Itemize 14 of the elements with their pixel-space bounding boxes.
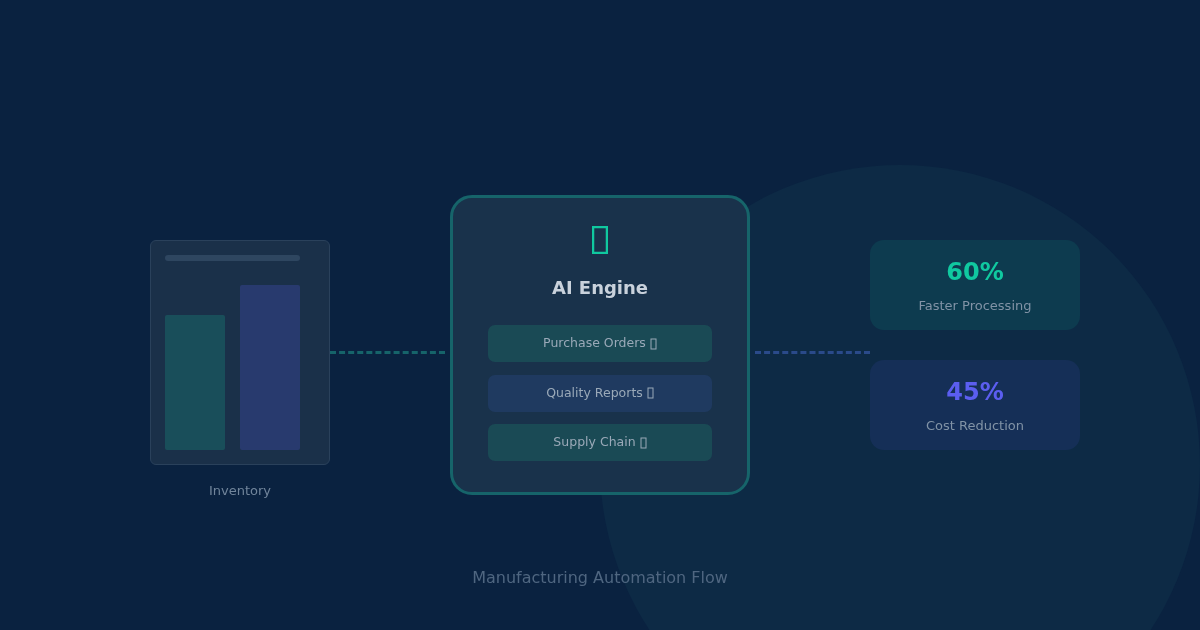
data-source-item: Supply Chain — [488, 424, 712, 461]
frame-icon — [649, 337, 657, 350]
engine-title: AI Engine — [551, 276, 649, 300]
stat-label: Faster Processing — [918, 297, 1032, 316]
inventory-label: Inventory — [208, 482, 272, 500]
diagram-caption: Manufacturing Automation Flow — [471, 567, 729, 589]
data-source-item: Purchase Orders — [488, 325, 712, 362]
frame-icon — [646, 387, 654, 399]
stat-value: 45% — [946, 377, 1004, 409]
frame-icon — [592, 226, 608, 254]
stat-value: 60% — [946, 257, 1004, 289]
stat-label: Cost Reduction — [926, 417, 1024, 436]
data-source-item: Quality Reports — [488, 374, 712, 412]
frame-icon — [639, 436, 647, 449]
